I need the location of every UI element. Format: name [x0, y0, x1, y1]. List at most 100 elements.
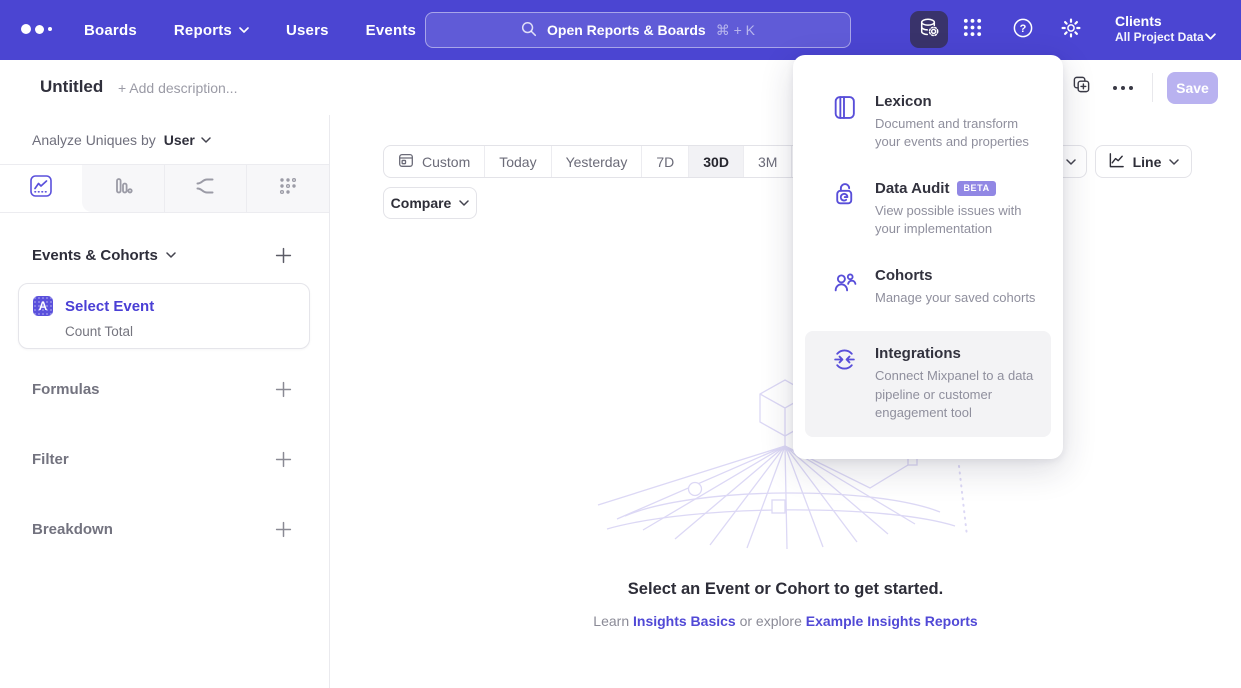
project-chevron-down-icon: [1205, 27, 1216, 45]
date-range-7d[interactable]: 7D: [641, 146, 688, 177]
date-range-today[interactable]: Today: [484, 146, 550, 177]
menu-item-lexicon[interactable]: Lexicon Document and transform your even…: [805, 79, 1051, 166]
cohorts-description: Manage your saved cohorts: [875, 289, 1041, 307]
nav-boards[interactable]: Boards: [84, 22, 137, 39]
gear-icon: [1060, 17, 1082, 44]
tab-line-chart[interactable]: [0, 165, 82, 212]
event-letter-badge: A: [33, 296, 53, 316]
line-chart-glyph-icon: [1108, 152, 1125, 172]
report-title[interactable]: Untitled: [40, 77, 103, 97]
breakdown-label: Breakdown: [32, 521, 113, 538]
menu-item-cohorts[interactable]: Cohorts Manage your saved cohorts: [805, 253, 1051, 321]
data-audit-title: Data Audit: [875, 180, 949, 197]
grid-dots-icon: [962, 17, 983, 43]
integrations-sync-icon: [831, 345, 859, 422]
select-event-label[interactable]: Select Event: [65, 298, 154, 315]
add-filter-button[interactable]: [273, 449, 293, 469]
chart-type-dropdown[interactable]: Line: [1095, 145, 1192, 178]
database-gear-icon: [918, 16, 940, 43]
filter-label: Filter: [32, 451, 69, 468]
lexicon-description: Document and transform your events and p…: [875, 115, 1041, 152]
chevron-down-icon: [1169, 159, 1179, 165]
chevron-down-icon: [1066, 159, 1076, 165]
menu-item-data-audit[interactable]: Data Audit BETA View possible issues wit…: [805, 166, 1051, 253]
count-total-label[interactable]: Count Total: [65, 324, 295, 339]
analyze-label: Analyze Uniques by: [32, 132, 156, 148]
compare-dropdown[interactable]: Compare: [383, 187, 477, 219]
add-formula-button[interactable]: [273, 379, 293, 399]
nav-reports[interactable]: Reports: [174, 22, 249, 39]
chart-type-tabs: [0, 165, 329, 213]
analyze-value-dropdown[interactable]: User: [164, 132, 211, 148]
bar-chart-icon: [112, 175, 134, 202]
date-range-yesterday[interactable]: Yesterday: [551, 146, 642, 177]
example-insights-reports-link[interactable]: Example Insights Reports: [806, 613, 978, 629]
data-audit-description: View possible issues with your implement…: [875, 202, 1041, 239]
formulas-section: Formulas: [32, 375, 293, 403]
copy-plus-icon: [1072, 75, 1091, 99]
date-range-control: Custom Today Yesterday 7D 30D 3M 6M: [383, 145, 841, 178]
query-builder-sidebar: Analyze Uniques by User: [0, 115, 330, 688]
cohorts-people-icon: [831, 267, 859, 307]
search-shortcut: ⌘ + K: [716, 22, 755, 39]
integrations-description: Connect Mixpanel to a data pipeline or c…: [875, 367, 1041, 422]
add-breakdown-button[interactable]: [273, 519, 293, 539]
save-button[interactable]: Save: [1167, 72, 1218, 104]
tab-flow-chart[interactable]: [164, 165, 247, 212]
nav-events[interactable]: Events: [366, 22, 416, 39]
question-circle-icon: ?: [1012, 17, 1034, 44]
filter-section: Filter: [32, 445, 293, 473]
duplicate-button[interactable]: [1068, 74, 1094, 100]
project-name: All Project Data: [1115, 30, 1204, 46]
insights-basics-link[interactable]: Insights Basics: [633, 613, 736, 629]
metric-grid-icon: [277, 175, 299, 202]
data-audit-icon: [831, 180, 859, 239]
chevron-down-icon: [239, 27, 249, 33]
flow-chart-icon: [194, 175, 216, 202]
chevron-down-icon: [201, 137, 211, 143]
tab-bar-chart[interactable]: [82, 165, 164, 212]
top-nav: Boards Reports Users Events Open Reports…: [0, 0, 1241, 60]
menu-item-integrations[interactable]: Integrations Connect Mixpanel to a data …: [805, 331, 1051, 436]
date-range-30d[interactable]: 30D: [688, 146, 743, 177]
ellipsis-icon: [1112, 78, 1134, 96]
mixpanel-insights-app: Boards Reports Users Events Open Reports…: [0, 0, 1241, 688]
more-menu-button[interactable]: [1110, 74, 1136, 100]
org-name: Clients: [1115, 12, 1204, 30]
chevron-down-icon: [166, 252, 176, 258]
empty-state-links: Learn Insights Basics or explore Example…: [330, 613, 1241, 629]
nav-users[interactable]: Users: [286, 22, 329, 39]
empty-state-title: Select an Event or Cohort to get started…: [330, 580, 1241, 599]
beta-badge: BETA: [957, 181, 995, 196]
events-cohorts-title[interactable]: Events & Cohorts: [32, 247, 176, 264]
add-description-field[interactable]: + Add description...: [118, 80, 237, 96]
formulas-label: Formulas: [32, 381, 100, 398]
chevron-down-icon: [459, 200, 469, 206]
settings-button[interactable]: [1057, 16, 1085, 44]
data-management-button[interactable]: [910, 11, 948, 48]
tab-metric-grid[interactable]: [246, 165, 329, 212]
analyze-row: Analyze Uniques by User: [0, 115, 329, 165]
calendar-icon: [398, 152, 414, 171]
date-range-3m[interactable]: 3M: [743, 146, 791, 177]
header-divider: [1152, 73, 1153, 102]
lexicon-book-icon: [831, 93, 859, 152]
help-button[interactable]: ?: [1009, 16, 1037, 44]
breakdown-section: Breakdown: [32, 515, 293, 543]
mixpanel-logo[interactable]: [21, 24, 52, 34]
data-management-dropdown: Lexicon Document and transform your even…: [793, 55, 1063, 459]
add-event-button[interactable]: [273, 245, 293, 265]
select-event-card[interactable]: A Select Event Count Total: [18, 283, 310, 349]
search-placeholder: Open Reports & Boards: [547, 22, 706, 38]
lexicon-title: Lexicon: [875, 93, 932, 110]
search-icon: [521, 21, 537, 40]
events-cohorts-header: Events & Cohorts: [32, 241, 293, 269]
cohorts-title: Cohorts: [875, 267, 933, 284]
global-search-input[interactable]: Open Reports & Boards ⌘ + K: [425, 12, 851, 48]
apps-grid-button[interactable]: [958, 16, 986, 44]
primary-nav: Boards Reports Users Events: [84, 0, 416, 60]
date-range-custom[interactable]: Custom: [384, 146, 484, 177]
svg-text:?: ?: [1020, 23, 1027, 35]
line-chart-icon: [30, 175, 52, 202]
project-selector[interactable]: Clients All Project Data: [1115, 12, 1204, 46]
